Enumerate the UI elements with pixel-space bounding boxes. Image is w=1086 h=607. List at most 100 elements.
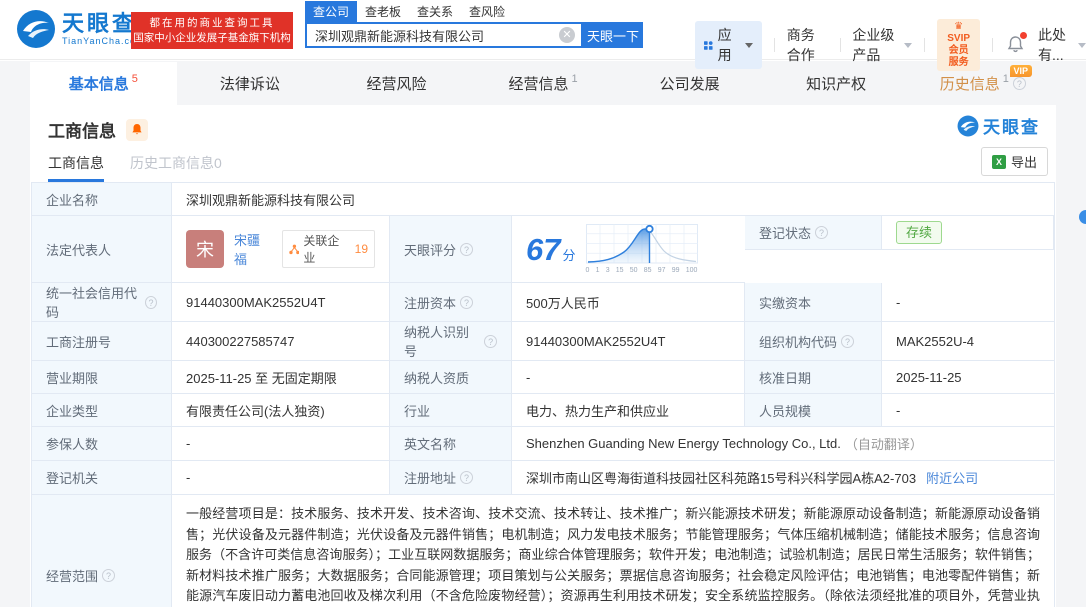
page-body: 基本信息5 法律诉讼 经营风险 经营信息1 公司发展 知识产权 VIP 历史信息…: [0, 61, 1086, 607]
org-code-label: 组织机构代码?: [745, 322, 882, 361]
legal-rep-label: 法定代表人: [32, 216, 172, 283]
business-term-label: 营业期限: [32, 361, 172, 394]
user-name: 此处有...: [1038, 25, 1074, 65]
auto-translate-note: （自动翻译）: [845, 434, 923, 453]
search-input[interactable]: [307, 24, 555, 46]
score-tick: 100: [686, 267, 698, 274]
search-tab-company[interactable]: 查公司: [305, 1, 357, 22]
approval-date-label: 核准日期: [745, 361, 882, 394]
user-menu[interactable]: 此处有...: [1038, 25, 1086, 65]
taxpayer-id-value: 91440300MAK2552U4T: [512, 322, 745, 361]
search-tab-risk[interactable]: 查风险: [461, 1, 513, 22]
score-distribution-chart: 0131550859799100: [586, 224, 698, 274]
top-header: 天眼查 TianYanCha.com 都在用的商业查询工具 国家中小企业发展子基…: [0, 0, 1086, 60]
status-badge: 存续: [896, 221, 942, 244]
score-tick: 15: [616, 267, 624, 274]
excel-icon: X: [992, 155, 1006, 169]
business-term-value: 2025-11-25 至 无固定期限: [172, 361, 390, 394]
promo-badge: 都在用的商业查询工具 国家中小企业发展子基金旗下机构: [131, 12, 293, 49]
help-icon[interactable]: ?: [145, 296, 157, 309]
tab-count: 5: [132, 73, 138, 85]
approval-date-value: 2025-11-25: [882, 361, 1054, 394]
search-area: 查公司 查老板 查关系 查风险 ✕ 天眼一下: [305, 2, 643, 48]
credit-code-value: 91440300MAK2552U4T: [172, 283, 390, 322]
table-row: 经营范围? 一般经营项目是：技术服务、技术开发、技术咨询、技术交流、技术转让、技…: [32, 495, 1054, 607]
crown-icon: ♛: [954, 21, 963, 32]
reg-capital-label: 注册资本?: [390, 283, 512, 322]
score-ticks: 0131550859799100: [586, 267, 698, 274]
table-row: 企业类型 有限责任公司(法人独资) 行业 电力、热力生产和供应业 人员规模 -: [32, 394, 1054, 427]
related-company-icon: [289, 244, 300, 255]
export-button[interactable]: X 导出: [981, 147, 1048, 176]
company-type-label: 企业类型: [32, 394, 172, 427]
score-tick: 99: [672, 267, 680, 274]
reg-address-value: 深圳市南山区粤海街道科技园社区科苑路15号科兴科学园A栋A2-703 附近公司: [512, 461, 1054, 495]
paid-capital-value: -: [882, 283, 1054, 322]
insured-count-value: -: [172, 427, 390, 461]
table-row: 法定代表人 宋 宋疆福 关联企业 19: [32, 216, 1054, 283]
help-icon[interactable]: ?: [102, 569, 115, 582]
reg-authority-label: 登记机关: [32, 461, 172, 495]
clear-icon[interactable]: ✕: [559, 27, 575, 43]
tianyancha-logo[interactable]: 天眼查 TianYanCha.com: [16, 9, 145, 49]
search-tabs: 查公司 查老板 查关系 查风险: [305, 2, 643, 22]
business-cooperation-link[interactable]: 商务合作: [787, 25, 828, 65]
legal-rep-name-link[interactable]: 宋疆福: [234, 230, 273, 268]
svip-member-button[interactable]: ♛ SVIP 会员服务: [937, 19, 980, 71]
avatar[interactable]: 宋: [186, 230, 224, 268]
score-tick: 0: [586, 267, 590, 274]
business-info-table: 企业名称 深圳观鼎新能源科技有限公司 法定代表人 宋 宋疆福: [31, 182, 1055, 607]
staff-size-value: -: [882, 394, 1054, 427]
apps-grid-icon: [704, 39, 713, 52]
section-title: 工商信息: [48, 117, 116, 142]
help-icon[interactable]: ?: [815, 226, 828, 239]
tab-legal-proceedings[interactable]: 法律诉讼: [177, 62, 324, 105]
search-box: ✕: [305, 22, 583, 48]
score-value: 67分: [512, 216, 745, 283]
subscribe-bell-icon[interactable]: [126, 119, 148, 141]
help-icon[interactable]: ?: [1013, 77, 1026, 90]
help-icon[interactable]: ?: [484, 335, 497, 348]
table-row: 营业期限 2025-11-25 至 无固定期限 纳税人资质 - 核准日期 202…: [32, 361, 1054, 394]
tab-business-info[interactable]: 经营信息1: [470, 62, 617, 105]
subtab-history-business-info[interactable]: 历史工商信息0: [130, 153, 222, 182]
legal-rep-value: 宋 宋疆福 关联企业 19: [172, 216, 390, 283]
help-icon[interactable]: ?: [460, 471, 473, 484]
help-icon[interactable]: ?: [460, 296, 473, 309]
watermark-logo-icon: [957, 115, 979, 137]
score-marker-pin: [646, 226, 652, 232]
help-icon[interactable]: ?: [841, 335, 854, 348]
score-tick: 97: [658, 267, 666, 274]
search-tab-boss[interactable]: 查老板: [357, 1, 409, 22]
chevron-down-icon: [745, 43, 753, 48]
search-tab-relation[interactable]: 查关系: [409, 1, 461, 22]
subtab-business-info[interactable]: 工商信息: [48, 153, 104, 182]
notification-dot: [1020, 32, 1027, 39]
search-button[interactable]: 天眼一下: [583, 22, 643, 48]
tab-operational-risk[interactable]: 经营风险: [323, 62, 470, 105]
score-unit: 分: [562, 248, 575, 263]
apps-menu-button[interactable]: 应用: [695, 21, 762, 69]
taxpayer-quality-label: 纳税人资质: [390, 361, 512, 394]
credit-code-label: 统一社会信用代码?: [32, 283, 172, 322]
tab-basic-info[interactable]: 基本信息5: [30, 62, 177, 105]
business-scope-label: 经营范围?: [32, 495, 172, 607]
nearby-companies-link[interactable]: 附近公司: [926, 468, 978, 487]
reg-address-label: 注册地址?: [390, 461, 512, 495]
promo-line1: 都在用的商业查询工具: [131, 16, 293, 31]
floating-widget-handle[interactable]: [1079, 210, 1086, 224]
company-name-value: 深圳观鼎新能源科技有限公司: [172, 183, 1054, 216]
staff-size-label: 人员规模: [745, 394, 882, 427]
org-code-value: MAK2552U-4: [882, 322, 1054, 361]
score-label: 天眼评分?: [390, 216, 512, 283]
english-name-label: 英文名称: [390, 427, 512, 461]
score-tick: 1: [596, 267, 600, 274]
notification-bell-icon[interactable]: [1007, 35, 1024, 56]
apps-label: 应用: [718, 25, 736, 65]
table-row: 企业名称 深圳观鼎新能源科技有限公司: [32, 183, 1054, 216]
tianyancha-logo-icon: [16, 9, 56, 49]
help-icon[interactable]: ?: [460, 243, 473, 256]
related-companies-badge[interactable]: 关联企业 19: [282, 230, 375, 268]
tab-count: 1: [571, 73, 577, 85]
enterprise-products-link[interactable]: 企业级产品: [852, 25, 912, 65]
